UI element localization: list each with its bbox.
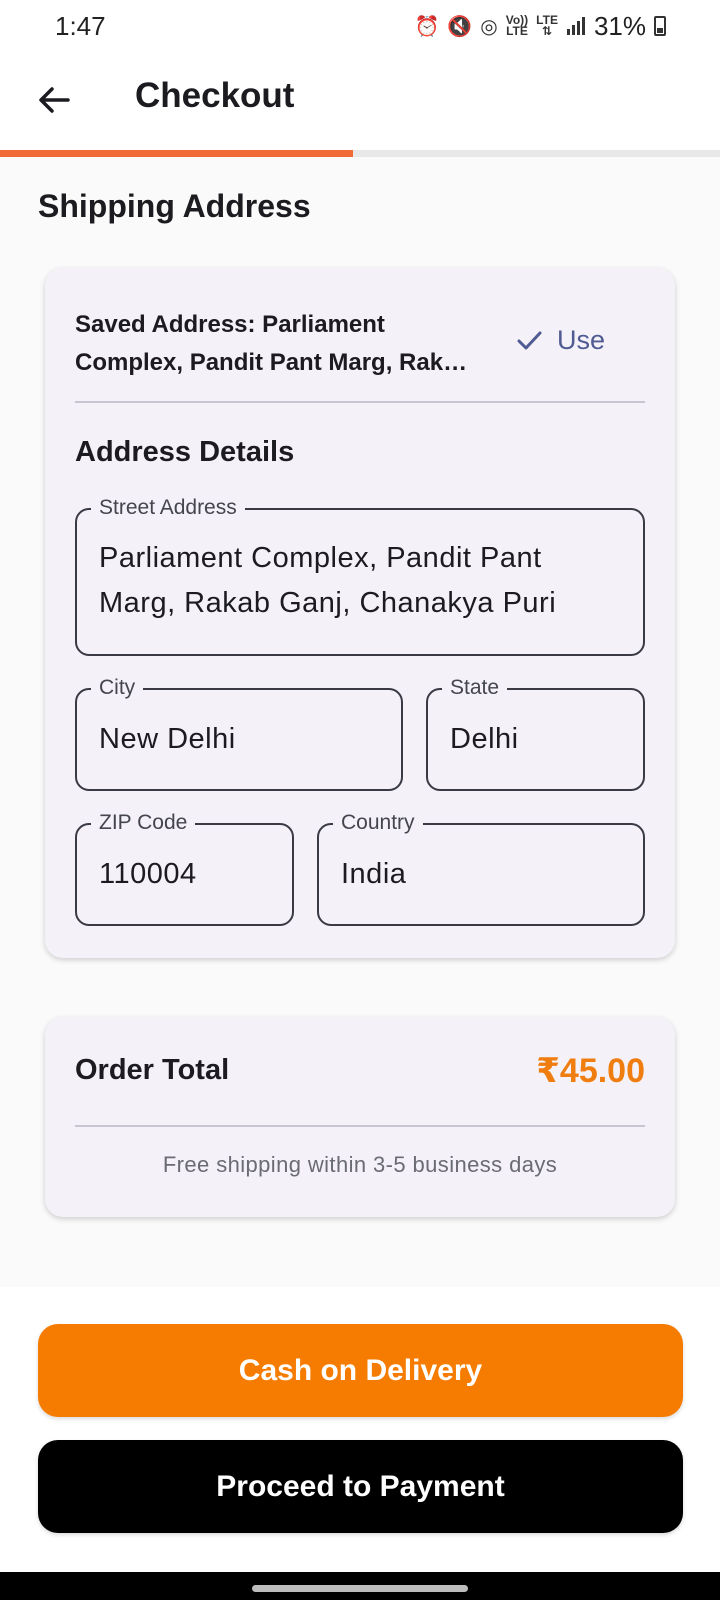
proceed-to-payment-button[interactable]: Proceed to Payment <box>38 1440 683 1533</box>
use-saved-address-button[interactable]: Use <box>515 318 605 362</box>
order-total-value: ₹45.00 <box>536 1052 645 1090</box>
country-value: India <box>341 858 407 890</box>
lte-icon: LTE ⇅ <box>536 13 558 38</box>
status-time: 1:47 <box>55 10 106 41</box>
order-total-card: Order Total ₹45.00 Free shipping within … <box>45 1017 675 1217</box>
street-address-label: Street Address <box>91 496 245 520</box>
city-field[interactable]: City New Delhi <box>75 676 403 791</box>
state-field[interactable]: State Delhi <box>426 676 645 791</box>
divider <box>75 401 645 403</box>
street-address-field[interactable]: Street Address Parliament Complex, Pandi… <box>75 496 645 656</box>
battery-icon <box>654 16 666 36</box>
status-bar: 1:47 ⏰ 🔇 ◎ Vo)) LTE LTE ⇅ 31% <box>0 0 720 52</box>
check-icon <box>517 331 542 350</box>
hotspot-icon: ◎ <box>480 14 498 38</box>
checkout-progress-bar <box>0 150 720 157</box>
address-details-title: Address Details <box>75 436 295 468</box>
signal-icon <box>566 17 585 35</box>
divider <box>75 1125 645 1127</box>
city-value: New Delhi <box>99 723 236 755</box>
volte-icon: Vo)) LTE <box>505 13 529 38</box>
zip-code-field[interactable]: ZIP Code 110004 <box>75 811 294 926</box>
mute-icon: 🔇 <box>447 14 473 38</box>
status-icons: ⏰ 🔇 ◎ Vo)) LTE LTE ⇅ 31% <box>414 11 666 42</box>
app-bar: Checkout <box>0 52 720 150</box>
alarm-icon: ⏰ <box>414 14 440 38</box>
address-card: Saved Address: Parliament Complex, Pandi… <box>45 268 675 958</box>
use-label: Use <box>557 324 606 355</box>
order-total-label: Order Total <box>75 1054 230 1086</box>
country-field[interactable]: Country India <box>317 811 645 926</box>
zip-code-value: 110004 <box>99 858 197 890</box>
system-nav-bar <box>0 1572 720 1600</box>
shipping-note: Free shipping within 3-5 business days <box>162 1152 558 1177</box>
shipping-address-title: Shipping Address <box>38 188 311 224</box>
saved-address-text: Saved Address: Parliament Complex, Pandi… <box>75 311 468 376</box>
state-value: Delhi <box>450 723 519 755</box>
battery-percent: 31% <box>593 10 646 41</box>
home-gesture-handle[interactable] <box>252 1585 468 1592</box>
progress-fill <box>0 150 353 157</box>
arrow-left-icon[interactable] <box>34 80 74 120</box>
bottom-action-panel: Cash on Delivery Proceed to Payment <box>0 1287 720 1572</box>
page-title: Checkout <box>135 76 295 115</box>
street-address-value: Parliament Complex, Pandit Pant Marg, Ra… <box>99 542 557 619</box>
cash-on-delivery-button[interactable]: Cash on Delivery <box>38 1324 683 1417</box>
